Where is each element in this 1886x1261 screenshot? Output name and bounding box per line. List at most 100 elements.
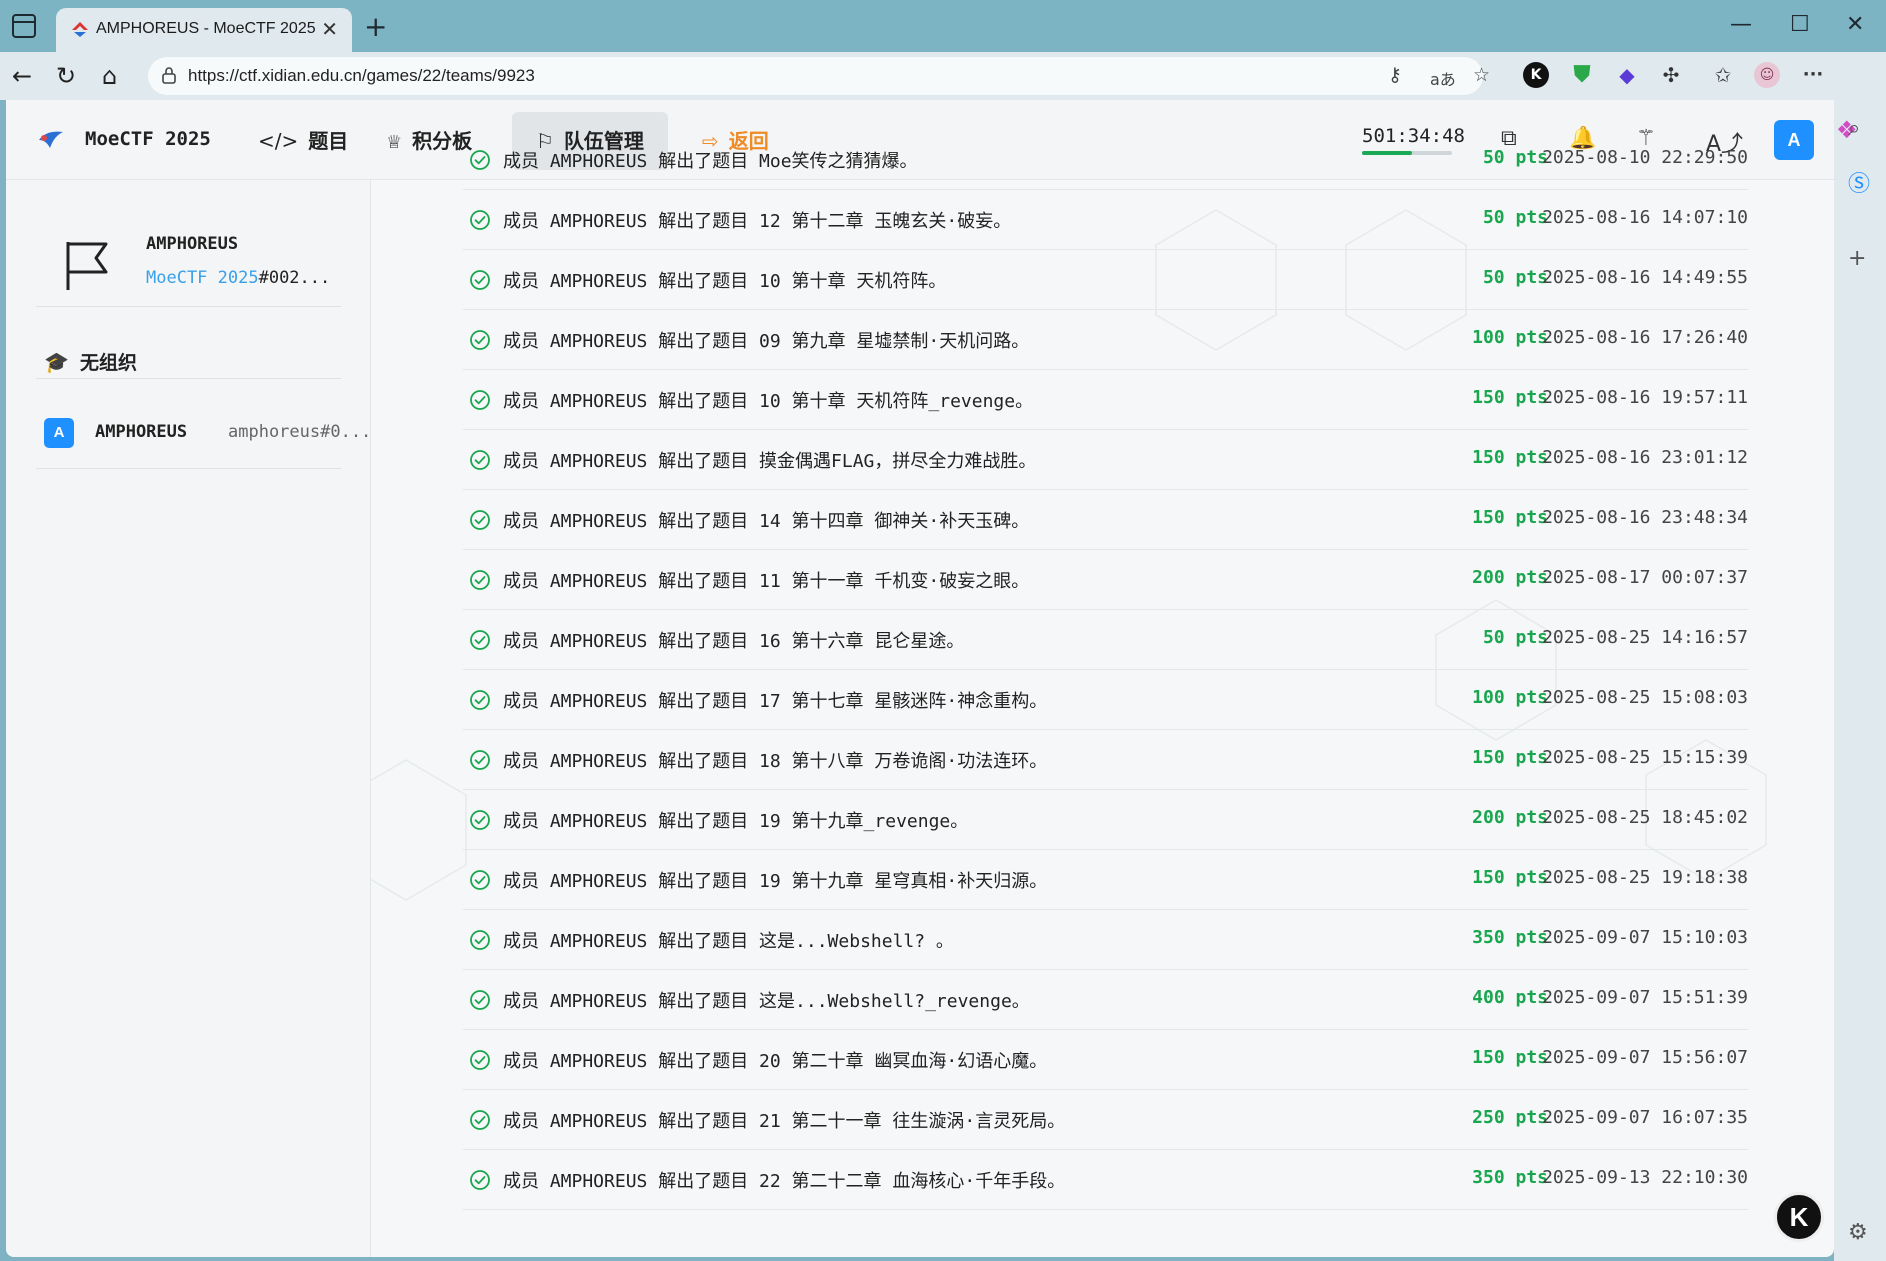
check-circle-icon	[470, 450, 490, 470]
event-row: 成员 AMPHOREUS 解出了题目 11 第十一章 千机变·破妄之眼。 200 …	[463, 550, 1748, 610]
event-points: 150 pts	[1472, 507, 1548, 528]
event-time: 2025-08-16 23:01:12	[1542, 447, 1748, 468]
event-text: 成员 AMPHOREUS 解出了题目 摸金偶遇FLAG，拼尽全力难战胜。	[503, 451, 1037, 472]
divider	[36, 378, 341, 379]
site-favicon-icon	[72, 22, 88, 37]
event-text: 成员 AMPHOREUS 解出了题目 17 第十七章 星骸迷阵·神念重构。	[503, 691, 1048, 712]
check-circle-icon	[470, 750, 490, 770]
event-row: 成员 AMPHOREUS 解出了题目 18 第十八章 万卷诡阁·功法连环。 150…	[463, 730, 1748, 790]
check-circle-icon	[470, 570, 490, 590]
extension-cube-icon[interactable]: ◆	[1614, 62, 1640, 88]
more-menu-icon[interactable]: ···	[1800, 62, 1826, 88]
url-text[interactable]: https://ctf.xidian.edu.cn/games/22/teams…	[188, 66, 535, 86]
tab-close-icon[interactable]: ✕	[321, 17, 338, 41]
minimize-button[interactable]: —	[1730, 12, 1752, 37]
event-time: 2025-08-25 14:16:57	[1542, 627, 1748, 648]
sidebar-skype-icon[interactable]: Ⓢ	[1848, 166, 1870, 198]
event-time: 2025-08-16 14:49:55	[1542, 267, 1748, 288]
member-handle: amphoreus#0...	[228, 422, 372, 442]
event-points: 350 pts	[1472, 927, 1548, 948]
check-circle-icon	[470, 390, 490, 410]
brand-name[interactable]: MoeCTF 2025	[85, 128, 211, 150]
event-points: 200 pts	[1472, 567, 1548, 588]
event-row: 成员 AMPHOREUS 解出了题目 Moe笑传之猜猜爆。 50 pts 2025-…	[463, 130, 1748, 190]
close-window-button[interactable]: ✕	[1846, 12, 1864, 37]
nav-scoreboard[interactable]: ♕ 积分板	[386, 112, 472, 170]
nav-challenges[interactable]: </> 题目	[258, 112, 348, 170]
maximize-button[interactable]: ☐	[1790, 12, 1810, 37]
event-row: 成员 AMPHOREUS 解出了题目 17 第十七章 星骸迷阵·神念重构。 100…	[463, 670, 1748, 730]
event-text: 成员 AMPHOREUS 解出了题目 22 第二十二章 血海核心·千年手段。	[503, 1171, 1066, 1192]
tab-actions-icon[interactable]	[12, 14, 36, 38]
nav-challenges-label: 题目	[308, 129, 349, 153]
event-points: 50 pts	[1482, 267, 1548, 288]
check-circle-icon	[470, 1050, 490, 1070]
new-tab-button[interactable]: +	[364, 10, 387, 43]
event-time: 2025-08-16 19:57:11	[1542, 387, 1748, 408]
event-time: 2025-09-13 22:10:30	[1542, 1167, 1748, 1188]
event-time: 2025-08-16 17:26:40	[1542, 327, 1748, 348]
browser-tab[interactable]: AMPHOREUS - MoeCTF 2025 ✕	[56, 8, 352, 52]
event-row: 成员 AMPHOREUS 解出了题目 20 第二十章 幽冥血海·幻语心魔。 150…	[463, 1030, 1748, 1090]
check-circle-icon	[470, 210, 490, 230]
event-time: 2025-08-16 23:48:34	[1542, 507, 1748, 528]
event-points: 100 pts	[1472, 687, 1548, 708]
user-avatar[interactable]: A	[1774, 120, 1814, 160]
check-circle-icon	[470, 870, 490, 890]
check-circle-icon	[470, 510, 490, 530]
event-time: 2025-08-25 15:15:39	[1542, 747, 1748, 768]
event-row: 成员 AMPHOREUS 解出了题目 14 第十四章 御神关·补天玉碑。 150 …	[463, 490, 1748, 550]
extension-k-icon[interactable]: K	[1523, 62, 1549, 88]
event-text: 成员 AMPHOREUS 解出了题目 Moe笑传之猜猜爆。	[503, 151, 918, 172]
event-text: 成员 AMPHOREUS 解出了题目 10 第十章 天机符阵_revenge。	[503, 391, 1034, 412]
favorites-icon[interactable]: ✩	[1710, 62, 1736, 88]
profile-avatar-icon[interactable]: ☺	[1754, 62, 1780, 88]
event-row: 成员 AMPHOREUS 解出了题目 10 第十章 天机符阵_revenge。 1…	[463, 370, 1748, 430]
event-row: 成员 AMPHOREUS 解出了题目 这是...Webshell? 。 350 p…	[463, 910, 1748, 970]
team-flag-icon	[66, 242, 108, 290]
moectf-logo-icon[interactable]	[36, 126, 66, 154]
event-points: 50 pts	[1482, 627, 1548, 648]
address-bar[interactable]: https://ctf.xidian.edu.cn/games/22/teams…	[148, 57, 1490, 95]
divider	[36, 468, 341, 469]
event-points: 150 pts	[1472, 387, 1548, 408]
event-time: 2025-09-07 15:56:07	[1542, 1047, 1748, 1068]
sidebar-search-icon[interactable]: ⌕	[1848, 116, 1860, 141]
translate-icon[interactable]: aあ	[1430, 66, 1456, 90]
event-points: 200 pts	[1472, 807, 1548, 828]
site-info-icon[interactable]	[160, 65, 178, 85]
event-points: 100 pts	[1472, 327, 1548, 348]
extension-shield-icon[interactable]: ⛊	[1569, 62, 1595, 88]
check-circle-icon	[470, 630, 490, 650]
team-game-link[interactable]: MoeCTF 2025	[146, 268, 259, 288]
event-time: 2025-08-17 00:07:37	[1542, 567, 1748, 588]
event-row: 成员 AMPHOREUS 解出了题目 21 第二十一章 往生漩涡·言灵死局。 25…	[463, 1090, 1748, 1150]
event-text: 成员 AMPHOREUS 解出了题目 10 第十章 天机符阵。	[503, 271, 947, 292]
member-avatar: A	[44, 418, 74, 448]
event-time: 2025-08-25 18:45:02	[1542, 807, 1748, 828]
event-time: 2025-08-16 14:07:10	[1542, 207, 1748, 228]
favorite-star-icon[interactable]: ☆	[1473, 64, 1490, 86]
sidebar-add-icon[interactable]: +	[1848, 246, 1866, 271]
floating-k-button[interactable]: K	[1774, 1192, 1824, 1242]
event-text: 成员 AMPHOREUS 解出了题目 09 第九章 星墟禁制·天机问路。	[503, 331, 1030, 352]
divider	[36, 306, 341, 307]
code-icon: </>	[258, 129, 299, 153]
refresh-icon[interactable]: ↻	[56, 62, 76, 90]
event-row: 成员 AMPHOREUS 解出了题目 19 第十九章_revenge。 200 p…	[463, 790, 1748, 850]
home-icon[interactable]: ⌂	[102, 62, 117, 90]
sidebar-settings-icon[interactable]: ⚙	[1848, 1220, 1868, 1245]
trophy-icon: ♕	[386, 132, 403, 153]
event-text: 成员 AMPHOREUS 解出了题目 12 第十二章 玉魄玄关·破妄。	[503, 211, 1012, 232]
event-row: 成员 AMPHOREUS 解出了题目 这是...Webshell?_reveng…	[463, 970, 1748, 1030]
event-time: 2025-08-25 19:18:38	[1542, 867, 1748, 888]
browser-tab-bar: AMPHOREUS - MoeCTF 2025 ✕ + — ☐ ✕	[0, 0, 1886, 52]
key-icon[interactable]: ⚷	[1388, 64, 1402, 86]
check-circle-icon	[470, 1110, 490, 1130]
event-time: 2025-09-07 16:07:35	[1542, 1107, 1748, 1128]
extensions-puzzle-icon[interactable]: ✣	[1658, 62, 1684, 88]
member-name: AMPHOREUS	[95, 422, 188, 442]
web-page: MoeCTF 2025 </> 题目 ♕ 积分板 ⚐ 队伍管理 ⇨ 返回 501:34:…	[6, 100, 1834, 1257]
check-circle-icon	[470, 1170, 490, 1190]
back-arrow-icon[interactable]: ←	[12, 62, 32, 90]
